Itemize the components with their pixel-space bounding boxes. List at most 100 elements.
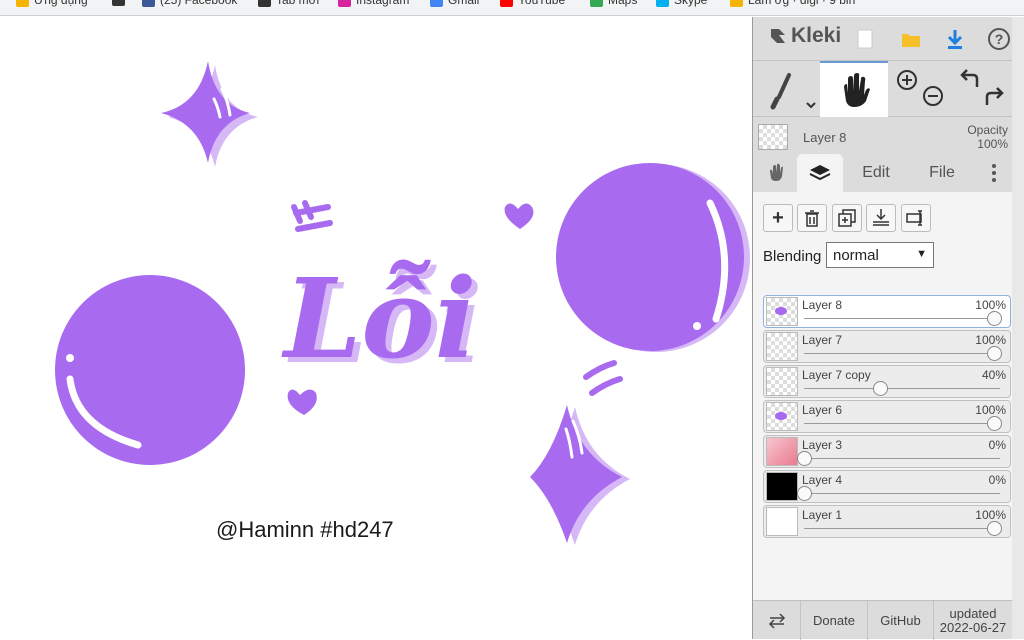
duplicate-layer-icon (838, 209, 856, 227)
delete-layer-button[interactable] (797, 204, 827, 232)
download-icon[interactable] (941, 25, 969, 53)
layer-name: Layer 8 (802, 298, 843, 312)
zoom-in-icon[interactable] (897, 70, 917, 90)
sparkle-bottom (530, 405, 630, 545)
more-icon[interactable] (981, 154, 1007, 192)
tab-edit[interactable]: Edit (845, 154, 907, 192)
updated-date: 2022-06-27 (939, 619, 1007, 635)
duplicate-layer-button[interactable] (832, 204, 862, 232)
github-link[interactable]: GitHub (868, 601, 934, 640)
drawing-canvas[interactable]: Lỗi Lỗi @Haminn #hd247 (0, 17, 752, 639)
bookmark-item[interactable]: Instagram (338, 0, 409, 7)
redo-icon[interactable] (985, 87, 1004, 105)
layer-thumbnail (766, 507, 798, 536)
zoom-out-icon[interactable] (923, 86, 943, 106)
opacity-slider-track[interactable] (804, 353, 1000, 354)
layers-panel: + Blending normal ▼ Layer 8 100% Layer 7 10… (753, 192, 1012, 600)
layer-row[interactable]: Layer 7 100% (763, 330, 1011, 363)
brush-tool-button[interactable] (757, 63, 819, 115)
layer-thumbnail (766, 402, 798, 431)
bookmark-label: YouTube (518, 0, 566, 7)
new-image-icon[interactable] (851, 25, 879, 53)
hand-icon (770, 163, 783, 181)
opacity-slider-track[interactable] (804, 528, 1000, 529)
opacity-slider-track[interactable] (804, 318, 1000, 319)
hand-tool-button[interactable] (820, 61, 888, 117)
opacity-value: 100% (977, 137, 1008, 151)
opacity-slider-handle[interactable] (987, 521, 1002, 536)
bookmark-label: Tab mới (276, 0, 320, 7)
bookmark-item[interactable]: Làm ơg · digi · 9 bin (730, 0, 855, 7)
tab-hand[interactable] (757, 154, 795, 192)
rename-layer-button[interactable] (901, 204, 931, 232)
skype-icon (656, 0, 669, 7)
layer-opacity: 0% (988, 438, 1006, 452)
maps-icon (590, 0, 603, 7)
bookmark-item[interactable]: YouTube (500, 0, 565, 7)
blending-select[interactable]: normal ▼ (826, 242, 934, 268)
panel-tabs: Edit File (753, 154, 1012, 192)
open-folder-icon[interactable] (897, 25, 925, 53)
tab-file[interactable]: File (911, 154, 973, 192)
bookmark-item[interactable]: Maps (590, 0, 637, 7)
chevron-down-icon: ▼ (916, 248, 927, 260)
opacity-slider-track[interactable] (804, 423, 1000, 424)
circle-right (556, 163, 750, 352)
lettering: Lỗi Lỗi (281, 254, 483, 388)
opacity-slider-handle[interactable] (987, 346, 1002, 361)
blending-label: Blending (763, 248, 822, 265)
opacity-slider-handle[interactable] (797, 451, 812, 466)
bookmark-item[interactable]: Gmail (430, 0, 479, 7)
opacity-slider-handle[interactable] (987, 416, 1002, 431)
donate-link[interactable]: Donate (801, 601, 868, 640)
site-icon (258, 0, 271, 7)
opacity-slider-track[interactable] (804, 388, 1000, 389)
bookmark-label: (25) Facebook (160, 0, 238, 7)
side-panel: Kleki ? Layer 8 Opacity 100% Edit File +… (752, 17, 1024, 640)
history-tools (953, 65, 1009, 115)
merge-down-button[interactable] (866, 204, 896, 232)
layer-thumbnail (766, 332, 798, 361)
updated-info[interactable]: updated 2022-06-27 (934, 601, 1012, 640)
svg-text:Lỗi: Lỗi (281, 254, 477, 383)
opacity-slider-track[interactable] (804, 458, 1000, 459)
zoom-tools (891, 65, 947, 115)
bookmark-label: Gmail (448, 0, 480, 7)
circle-left (55, 275, 245, 465)
layer-name: Layer 6 (802, 403, 843, 417)
layer-row[interactable]: Layer 7 copy 40% (763, 365, 1011, 398)
artwork: Lỗi Lỗi (55, 61, 750, 545)
add-layer-button[interactable]: + (763, 204, 793, 232)
layer-row[interactable]: Layer 3 0% (763, 435, 1011, 468)
layer-opacity: 0% (988, 473, 1006, 487)
layer-opacity: 40% (981, 368, 1006, 382)
layer-row[interactable]: Layer 4 0% (763, 470, 1011, 503)
layer-opacity: 100% (975, 508, 1006, 522)
tab-layers[interactable] (797, 154, 843, 192)
layer-row[interactable]: Layer 6 100% (763, 400, 1011, 433)
undo-icon[interactable] (960, 69, 979, 87)
swap-icon[interactable] (753, 601, 801, 640)
opacity-slider-handle[interactable] (873, 381, 888, 396)
app-logo[interactable]: Kleki (767, 24, 841, 48)
app-name: Kleki (791, 24, 842, 47)
layer-thumbnail (766, 472, 798, 501)
help-icon[interactable]: ? (985, 25, 1013, 53)
opacity-slider-handle[interactable] (797, 486, 812, 501)
current-layer-info: Layer 8 Opacity 100% (753, 118, 1012, 154)
blending-value: normal (833, 246, 879, 264)
updated-label: updated (949, 605, 997, 621)
layer-thumbnail (766, 367, 798, 396)
current-layer-name: Layer 8 (803, 130, 847, 145)
bookmark-item[interactable]: (25) Facebook (142, 0, 237, 7)
layer-row[interactable]: Layer 1 100% (763, 505, 1011, 538)
current-layer-opacity: Opacity 100% (967, 123, 1008, 151)
bookmark-item[interactable] (112, 0, 130, 6)
bookmark-item[interactable]: Skype (656, 0, 707, 7)
opacity-slider-handle[interactable] (987, 311, 1002, 326)
bookmark-item[interactable]: Ứng dụng (16, 0, 88, 7)
opacity-slider-track[interactable] (804, 493, 1000, 494)
page-edge-strip (1012, 17, 1024, 639)
layer-row[interactable]: Layer 8 100% (763, 295, 1011, 328)
bookmark-item[interactable]: Tab mới (258, 0, 319, 7)
